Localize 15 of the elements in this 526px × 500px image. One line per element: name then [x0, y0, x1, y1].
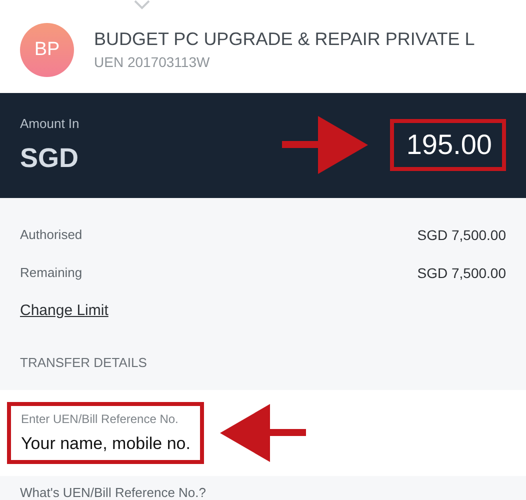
limit-value: SGD 7,500.00: [417, 226, 506, 243]
limit-label: Authorised: [20, 227, 82, 242]
reference-field[interactable]: Enter UEN/Bill Reference No. Your name, mobile no.: [7, 402, 204, 464]
amount-label: Amount In: [20, 116, 80, 132]
chevron-down-icon[interactable]: [134, 0, 150, 10]
limit-value: SGD 7,500.00: [417, 264, 506, 281]
section-title: TRANSFER DETAILS: [20, 354, 148, 370]
change-limit-link[interactable]: Change Limit: [20, 302, 108, 319]
payee-name: BUDGET PC UPGRADE & REPAIR PRIVATE L: [94, 29, 475, 50]
help-link[interactable]: What's UEN/Bill Reference No.?: [20, 485, 506, 500]
currency-label: SGD: [20, 143, 80, 174]
payee-uen: UEN 201703113W: [94, 54, 211, 70]
limit-label: Remaining: [20, 265, 82, 280]
avatar-initials: BP: [20, 22, 74, 77]
amount-input[interactable]: 195.00: [390, 119, 506, 172]
